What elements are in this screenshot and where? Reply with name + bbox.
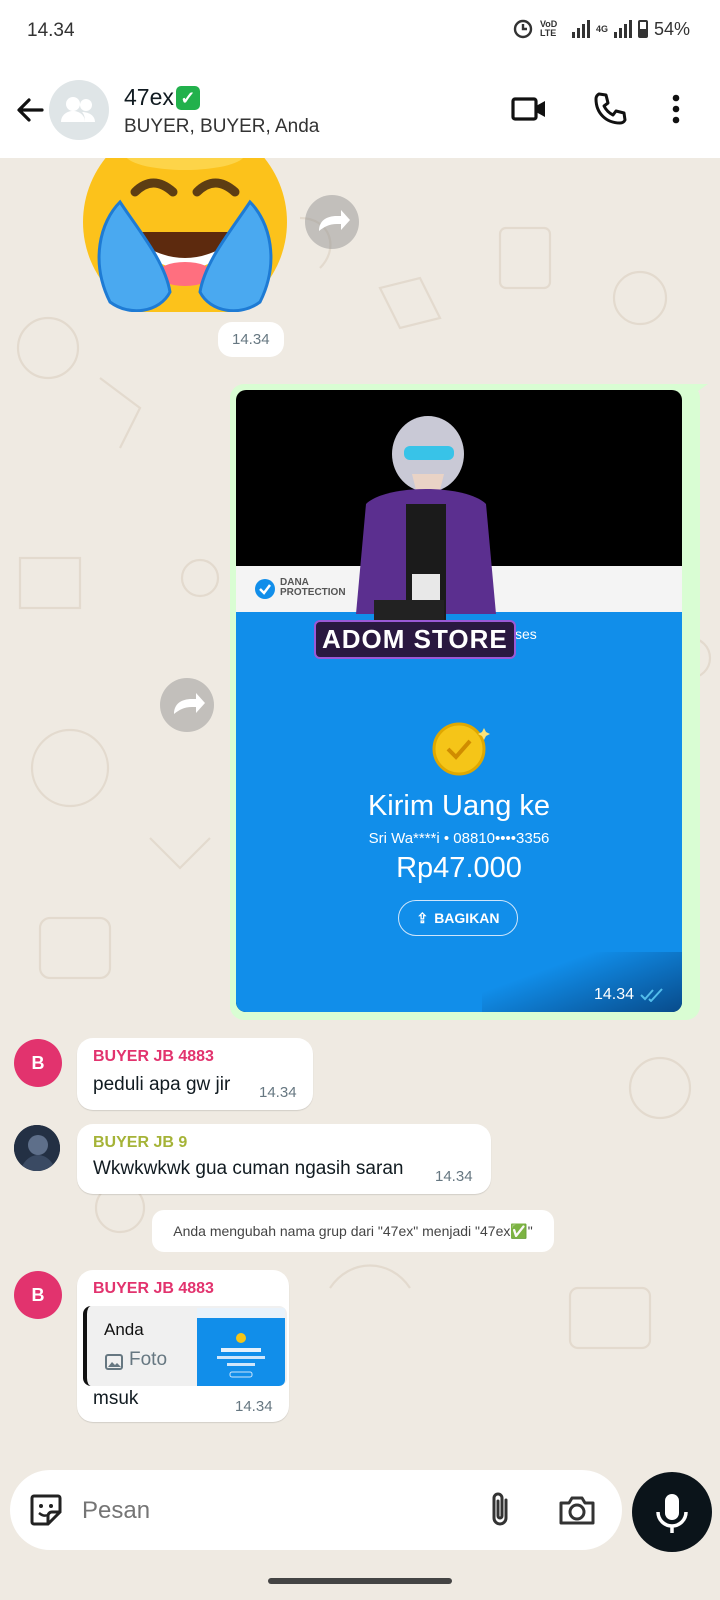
crying-laughing-sticker [83, 158, 287, 324]
share-button: ⇪ BAGIKAN [398, 900, 518, 936]
forward-icon [319, 210, 350, 231]
message-text: msuk [93, 1388, 139, 1409]
incoming-reply-message[interactable]: BUYER JB 4883 Anda Foto msuk 14.34 [77, 1270, 289, 1422]
receipt-title: Kirim Uang ke [367, 790, 551, 822]
forward-button[interactable] [305, 195, 359, 249]
chat-area[interactable]: 14.34 DANA PROTECTION kses Kirim Uang ke… [0, 158, 720, 1470]
attach-icon[interactable] [486, 1490, 516, 1530]
quote-type: Foto [129, 1349, 168, 1370]
avatar-photo [14, 1125, 60, 1171]
receipt-amount: Rp47.000 [396, 852, 522, 884]
bubble-tail [680, 384, 708, 398]
message-input[interactable] [80, 1488, 464, 1534]
status-icons: VoD LTE 4G 54% [512, 18, 690, 40]
sender-name[interactable]: BUYER JB 4883 [93, 1048, 214, 1066]
message-text: Wkwkwkwk gua cuman ngasih saran [93, 1158, 404, 1179]
camera-icon[interactable] [557, 1490, 597, 1530]
receipt-thumbnail [197, 1308, 285, 1378]
volte-label: VoD LTE [539, 19, 558, 38]
chat-header: 47ex ✓ BUYER, BUYER, Anda [0, 64, 720, 158]
sticker-time: 14.34 [218, 322, 284, 357]
dana-logo-icon [255, 579, 275, 599]
forward-icon [174, 693, 205, 714]
incoming-message[interactable]: BUYER JB 4883 peduli apa gw jir 14.34 [77, 1038, 313, 1110]
quote-thumbnail [197, 1308, 285, 1386]
battery-icon [637, 20, 648, 38]
quoted-message[interactable]: Anda Foto [83, 1306, 287, 1386]
mic-icon [656, 1494, 688, 1533]
share-icon: ⇪ [416, 909, 429, 926]
status-bar: 14.34 VoD LTE 4G 54% [0, 0, 720, 64]
network-4g-label: 4G [595, 23, 608, 34]
group-name-text: 47ex [124, 84, 174, 110]
check-mark-icon: ✓ [175, 85, 200, 110]
forward-button-2[interactable] [160, 678, 214, 732]
more-vert-icon[interactable] [664, 89, 688, 129]
battery-percent: 54% [653, 18, 690, 39]
message-time: 14.34 [259, 1084, 297, 1101]
quote-author: Anda [104, 1320, 144, 1339]
group-members[interactable]: BUYER, BUYER, Anda [124, 116, 319, 138]
share-label: BAGIKAN [434, 910, 500, 926]
signal-icon [571, 20, 590, 38]
image-time: 14.34 [594, 986, 635, 1003]
sticker-message[interactable] [80, 158, 290, 324]
image-meta: 14.34 [594, 986, 664, 1004]
message-time: 14.34 [435, 1168, 473, 1185]
status-time: 14.34 [27, 20, 75, 41]
sync-icon [513, 19, 533, 39]
sender-avatar[interactable]: B [14, 1271, 62, 1319]
photo-icon [105, 1354, 123, 1370]
outgoing-image-message[interactable]: DANA PROTECTION kses Kirim Uang ke Sri W… [230, 384, 708, 1020]
mic-button[interactable] [632, 1472, 712, 1552]
signal-icon-2 [613, 20, 632, 38]
sender-name[interactable]: BUYER JB 9 [93, 1134, 187, 1152]
incoming-message[interactable]: BUYER JB 9 Wkwkwkwk gua cuman ngasih sar… [77, 1124, 491, 1194]
sticker-icon[interactable] [26, 1490, 66, 1530]
group-avatar-icon [61, 97, 95, 122]
watermark-label: ADOM STORE [314, 620, 516, 659]
sender-name[interactable]: BUYER JB 4883 [93, 1280, 214, 1298]
receipt-image[interactable]: DANA PROTECTION kses Kirim Uang ke Sri W… [236, 390, 682, 1012]
sender-avatar[interactable]: B [14, 1039, 62, 1087]
back-arrow-icon[interactable] [12, 92, 48, 128]
double-check-icon [640, 988, 663, 1002]
video-call-icon[interactable] [510, 89, 550, 129]
message-time: 14.34 [235, 1398, 273, 1415]
dana-receipt-body: kses Kirim Uang ke Sri Wa****i • 08810••… [236, 612, 682, 1012]
message-text: peduli apa gw jir [93, 1074, 231, 1095]
sender-avatar-photo[interactable] [14, 1125, 60, 1171]
receipt-recipient: Sri Wa****i • 08810••••3356 [368, 830, 550, 847]
group-name[interactable]: 47ex ✓ [124, 84, 200, 111]
gold-coin-check-icon [432, 722, 490, 776]
message-input-bar [10, 1470, 622, 1550]
group-avatar[interactable] [49, 80, 109, 140]
home-gesture-pill[interactable] [268, 1578, 452, 1584]
system-message: Anda mengubah nama grup dari "47ex" menj… [152, 1210, 554, 1252]
voice-call-icon[interactable] [590, 89, 630, 129]
